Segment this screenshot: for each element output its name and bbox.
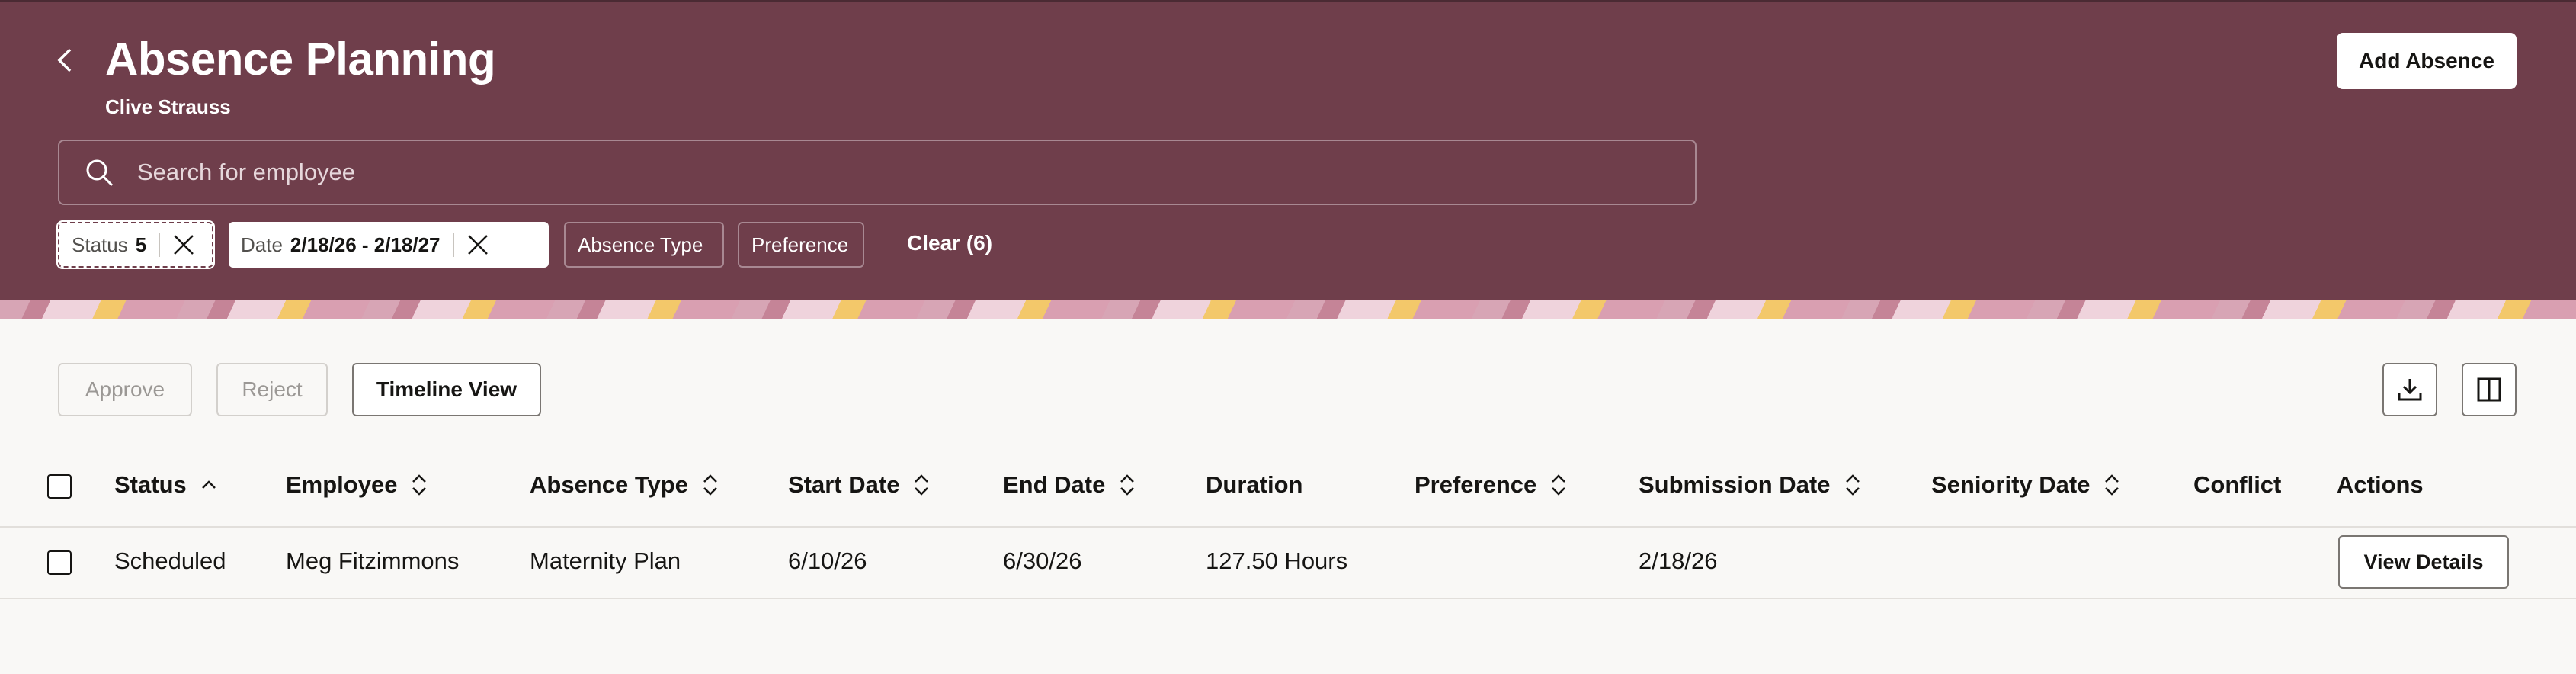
columns-icon [2477,377,2501,402]
sort-icon [1119,473,1136,497]
add-absence-button[interactable]: Add Absence [2337,33,2517,89]
column-label: Preference [1415,471,1537,498]
download-button[interactable] [2382,363,2437,416]
column-header-conflict: Conflict [2193,471,2281,499]
sort-icon [913,473,930,497]
column-header-status[interactable]: Status [114,471,217,499]
sort-icon [1844,473,1861,497]
select-all-checkbox[interactable] [47,474,72,499]
clear-filters-link[interactable]: Clear (6) [907,231,992,255]
column-header-preference[interactable]: Preference [1415,471,1567,499]
cell-duration: 127.50 Hours [1206,547,1348,574]
sort-ascending-icon [200,480,217,490]
column-header-end-date[interactable]: End Date [1003,471,1136,499]
search-bar[interactable] [58,140,1697,205]
column-header-employee[interactable]: Employee [286,471,428,499]
column-label: Duration [1206,471,1303,498]
decorative-banner [0,300,2576,319]
column-header-submission-date[interactable]: Submission Date [1639,471,1861,499]
column-label: End Date [1003,471,1106,498]
divider [159,233,161,257]
cell-absence-type: Maternity Plan [530,547,681,574]
download-icon [2398,379,2422,401]
column-header-seniority-date[interactable]: Seniority Date [1931,471,2120,499]
column-header-duration: Duration [1206,471,1302,499]
column-label: Start Date [788,471,900,498]
filter-absence-type[interactable]: Absence Type [564,222,724,268]
back-button[interactable] [49,43,82,77]
search-icon [81,154,117,191]
page-subtitle: Clive Strauss [105,95,231,118]
filter-chip-status[interactable]: Status 5 [56,220,215,269]
sort-icon [702,473,719,497]
column-label: Seniority Date [1931,471,2091,498]
page-header: Absence Planning Clive Strauss Add Absen… [0,0,2576,300]
row-checkbox[interactable] [47,550,72,575]
timeline-view-button[interactable]: Timeline View [352,363,541,416]
cell-end-date: 6/30/26 [1003,547,1082,574]
column-label: Actions [2337,471,2424,498]
reject-button[interactable]: Reject [216,363,328,416]
view-details-button[interactable]: View Details [2338,535,2509,589]
columns-button[interactable] [2462,363,2517,416]
filter-chip-value: 5 [135,233,147,256]
page-title: Absence Planning [105,34,496,85]
cell-employee: Meg Fitzimmons [286,547,460,574]
chevron-left-icon [57,48,72,72]
divider [0,598,2576,599]
sort-icon [411,473,428,497]
filter-chip-date[interactable]: Date 2/18/26 - 2/18/27 [229,222,549,268]
filter-chip-value: 2/18/26 - 2/18/27 [290,233,441,256]
close-icon[interactable] [465,232,491,258]
column-label: Submission Date [1639,471,1831,498]
divider [0,526,2576,528]
filter-chip-label: Date [241,233,283,256]
approve-button[interactable]: Approve [58,363,192,416]
sort-icon [1550,473,1567,497]
column-label: Status [114,471,187,498]
column-header-actions: Actions [2337,471,2424,499]
column-header-absence-type[interactable]: Absence Type [530,471,719,499]
cell-submission-date: 2/18/26 [1639,547,1718,574]
column-label: Conflict [2193,471,2282,498]
filter-preference[interactable]: Preference [738,222,864,268]
cell-status: Scheduled [114,547,226,574]
column-header-start-date[interactable]: Start Date [788,471,930,499]
filter-chip-label: Status [72,233,128,256]
sort-icon [2103,473,2120,497]
close-icon[interactable] [171,232,197,258]
cell-start-date: 6/10/26 [788,547,867,574]
column-label: Employee [286,471,398,498]
search-input[interactable] [136,158,1695,187]
divider [452,233,454,257]
column-label: Absence Type [530,471,688,498]
